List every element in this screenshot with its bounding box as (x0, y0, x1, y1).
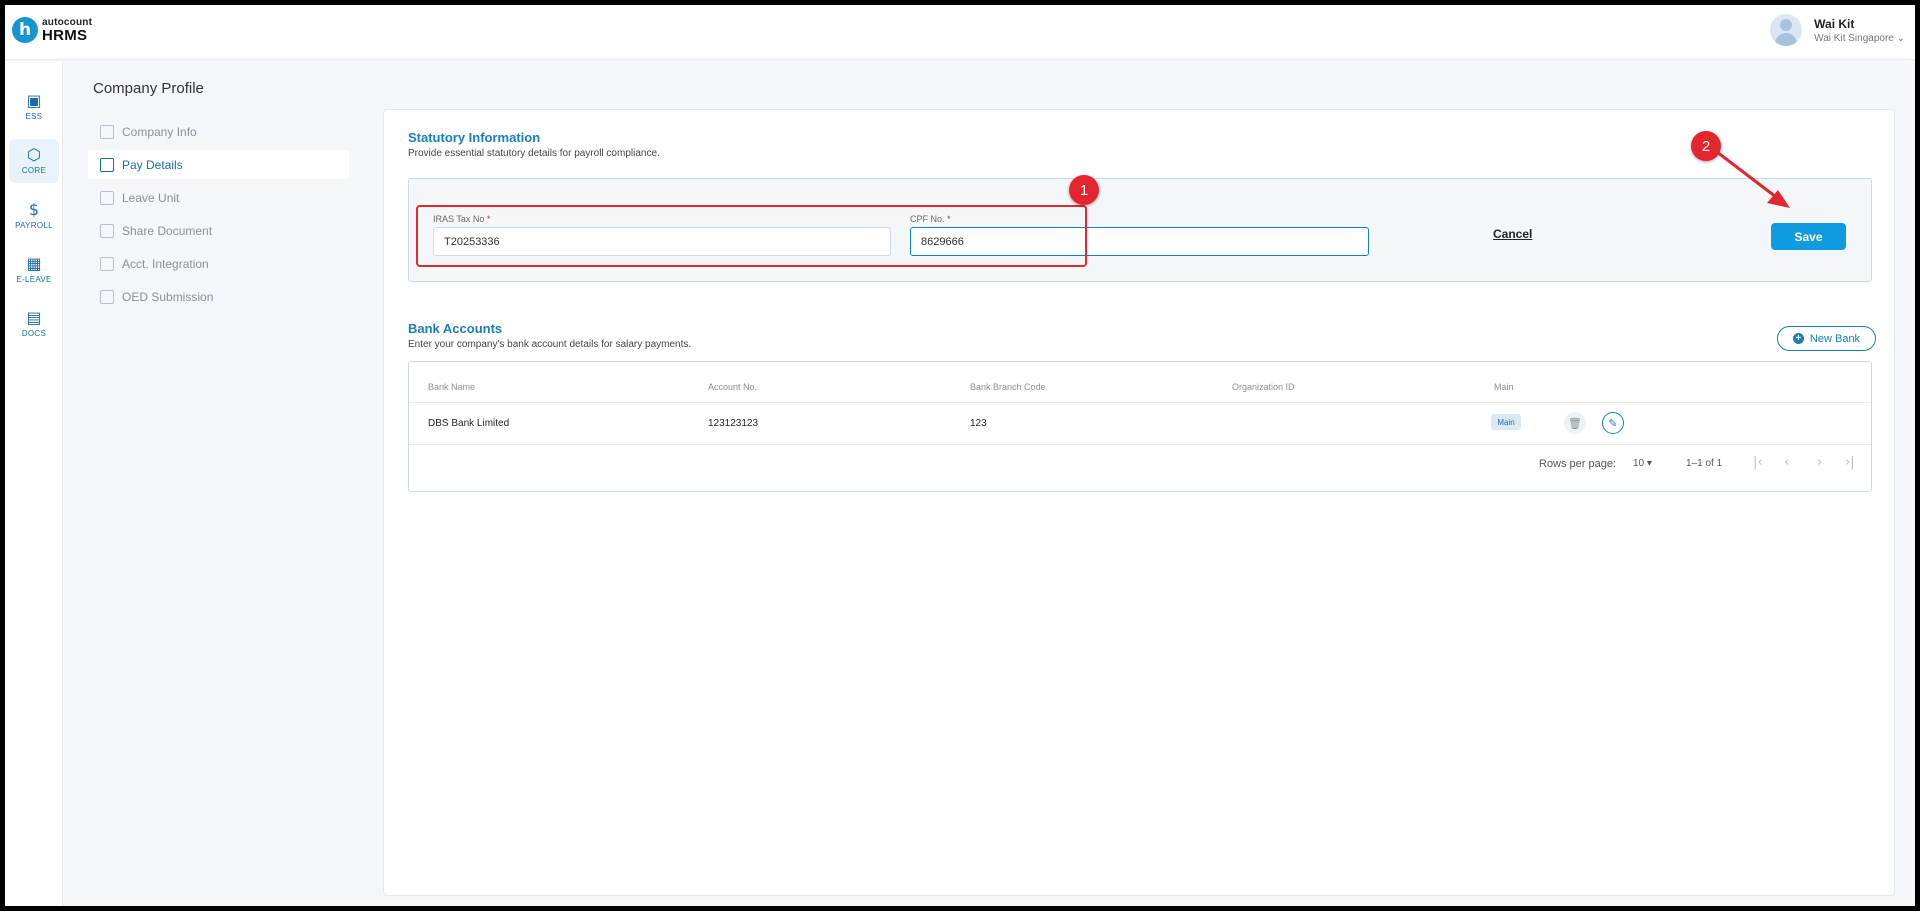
cell-branch-code: 123 (970, 418, 987, 429)
rail-item-docs[interactable]: ▤ DOCS (9, 302, 59, 346)
rail-label: CORE (21, 166, 47, 175)
new-bank-button[interactable]: + New Bank (1777, 326, 1876, 351)
pay-details-icon (100, 157, 114, 172)
user-name: Wai Kit (1814, 16, 1855, 31)
new-bank-label: New Bank (1809, 332, 1861, 345)
bank-accounts-table: Bank Name Account No. Bank Branch Code O… (408, 361, 1872, 492)
rows-per-page-label: Rows per page: (1539, 458, 1617, 470)
id-card-icon: ▣ (26, 91, 42, 110)
subnav-item-leave-unit[interactable]: Leave Unit (88, 183, 349, 212)
subnav-item-acct-integration[interactable]: Acct. Integration (88, 249, 349, 278)
subnav-label: Share Document (122, 223, 213, 238)
next-page-icon[interactable]: › (1817, 455, 1822, 470)
prev-page-icon[interactable]: ‹ (1784, 455, 1789, 470)
subnav-item-share-document[interactable]: Share Document (88, 216, 349, 245)
column-header-organization-id[interactable]: Organization ID (1232, 382, 1295, 392)
rail-label: ESS (25, 112, 43, 121)
avatar (1770, 14, 1803, 46)
document-chart-icon: ▤ (26, 308, 42, 327)
module-rail: ▣ ESS ⬡ CORE $ PAYROLL ▦ E-LEAVE ▤ DOCS (5, 61, 63, 906)
subnav-item-company-info[interactable]: Company Info (88, 117, 349, 146)
rail-item-ess[interactable]: ▣ ESS (9, 85, 59, 129)
building-icon (100, 124, 114, 139)
subnav-label: Leave Unit (122, 190, 180, 205)
annotation-highlight-box (416, 205, 1087, 267)
page-title: Company Profile (93, 80, 204, 97)
logo-top-text: autocount (42, 16, 93, 28)
save-button[interactable]: Save (1771, 223, 1846, 250)
rail-label: PAYROLL (15, 221, 53, 230)
submission-icon (100, 289, 114, 304)
last-page-icon[interactable]: ›| (1845, 455, 1855, 470)
caret-down-icon: ▾ (1646, 458, 1652, 469)
dollar-icon: $ (28, 200, 40, 219)
column-header-account-no[interactable]: Account No. (708, 382, 757, 392)
subnav-item-oed-submission[interactable]: OED Submission (88, 282, 349, 311)
subnav-item-pay-details[interactable]: Pay Details (88, 150, 349, 179)
subnav-label: Company Info (122, 124, 197, 139)
column-header-bank-name[interactable]: Bank Name (428, 382, 475, 392)
subnav-label: Acct. Integration (122, 256, 209, 271)
user-company: Wai Kit Singapore ⌄ (1814, 32, 1905, 44)
annotation-marker-2: 2 (1691, 131, 1721, 161)
app-frame: h autocount HRMS Wai Kit Wai Kit Singapo… (5, 5, 1915, 906)
annotation-marker-1: 1 (1069, 175, 1099, 205)
cell-bank-name: DBS Bank Limited (428, 418, 510, 429)
first-page-icon[interactable]: |‹ (1753, 455, 1763, 470)
api-icon (100, 256, 114, 271)
share-document-icon (100, 223, 114, 238)
delete-button[interactable]: 🗑 (1564, 412, 1586, 434)
main-badge: Main (1491, 414, 1521, 430)
trash-icon: 🗑 (1568, 416, 1582, 430)
user-menu[interactable]: Wai Kit Wai Kit Singapore ⌄ (1770, 14, 1905, 46)
row-divider (409, 444, 1871, 445)
pagination-range: 1–1 of 1 (1686, 458, 1723, 469)
cube-icon: ⬡ (27, 145, 41, 164)
rail-label: DOCS (21, 329, 47, 338)
column-header-main[interactable]: Main (1494, 382, 1514, 392)
statutory-title: Statutory Information (408, 130, 541, 145)
calendar-icon (100, 190, 114, 205)
top-header: h autocount HRMS Wai Kit Wai Kit Singapo… (5, 5, 1915, 60)
autocount-hrms-logo[interactable]: h autocount HRMS (12, 17, 92, 43)
profile-subnav: Company Info Pay Details Leave Unit Shar… (88, 117, 349, 315)
calendar-icon: ▦ (26, 254, 42, 273)
bank-accounts-subtitle: Enter your company's bank account detail… (408, 339, 692, 350)
rows-per-page-select[interactable]: 10 ▾ (1633, 458, 1652, 469)
subnav-label: OED Submission (122, 289, 214, 304)
bank-accounts-title: Bank Accounts (408, 321, 503, 336)
rail-item-eleave[interactable]: ▦ E-LEAVE (9, 248, 59, 292)
subnav-label: Pay Details (122, 157, 183, 172)
pencil-icon: ✎ (1608, 416, 1618, 430)
plus-circle-icon: + (1792, 333, 1804, 344)
rail-item-payroll[interactable]: $ PAYROLL (9, 194, 59, 238)
rail-label: E-LEAVE (16, 275, 52, 284)
cell-account-no: 123123123 (708, 418, 759, 429)
rail-item-core[interactable]: ⬡ CORE (9, 139, 59, 183)
logo-bottom-text: HRMS (42, 26, 88, 44)
edit-button[interactable]: ✎ (1602, 412, 1624, 434)
header-divider (409, 402, 1871, 403)
cancel-button[interactable]: Cancel (1493, 227, 1532, 241)
logo-mark: h (12, 17, 38, 43)
column-header-branch-code[interactable]: Bank Branch Code (970, 382, 1046, 392)
statutory-subtitle: Provide essential statutory details for … (408, 148, 660, 159)
